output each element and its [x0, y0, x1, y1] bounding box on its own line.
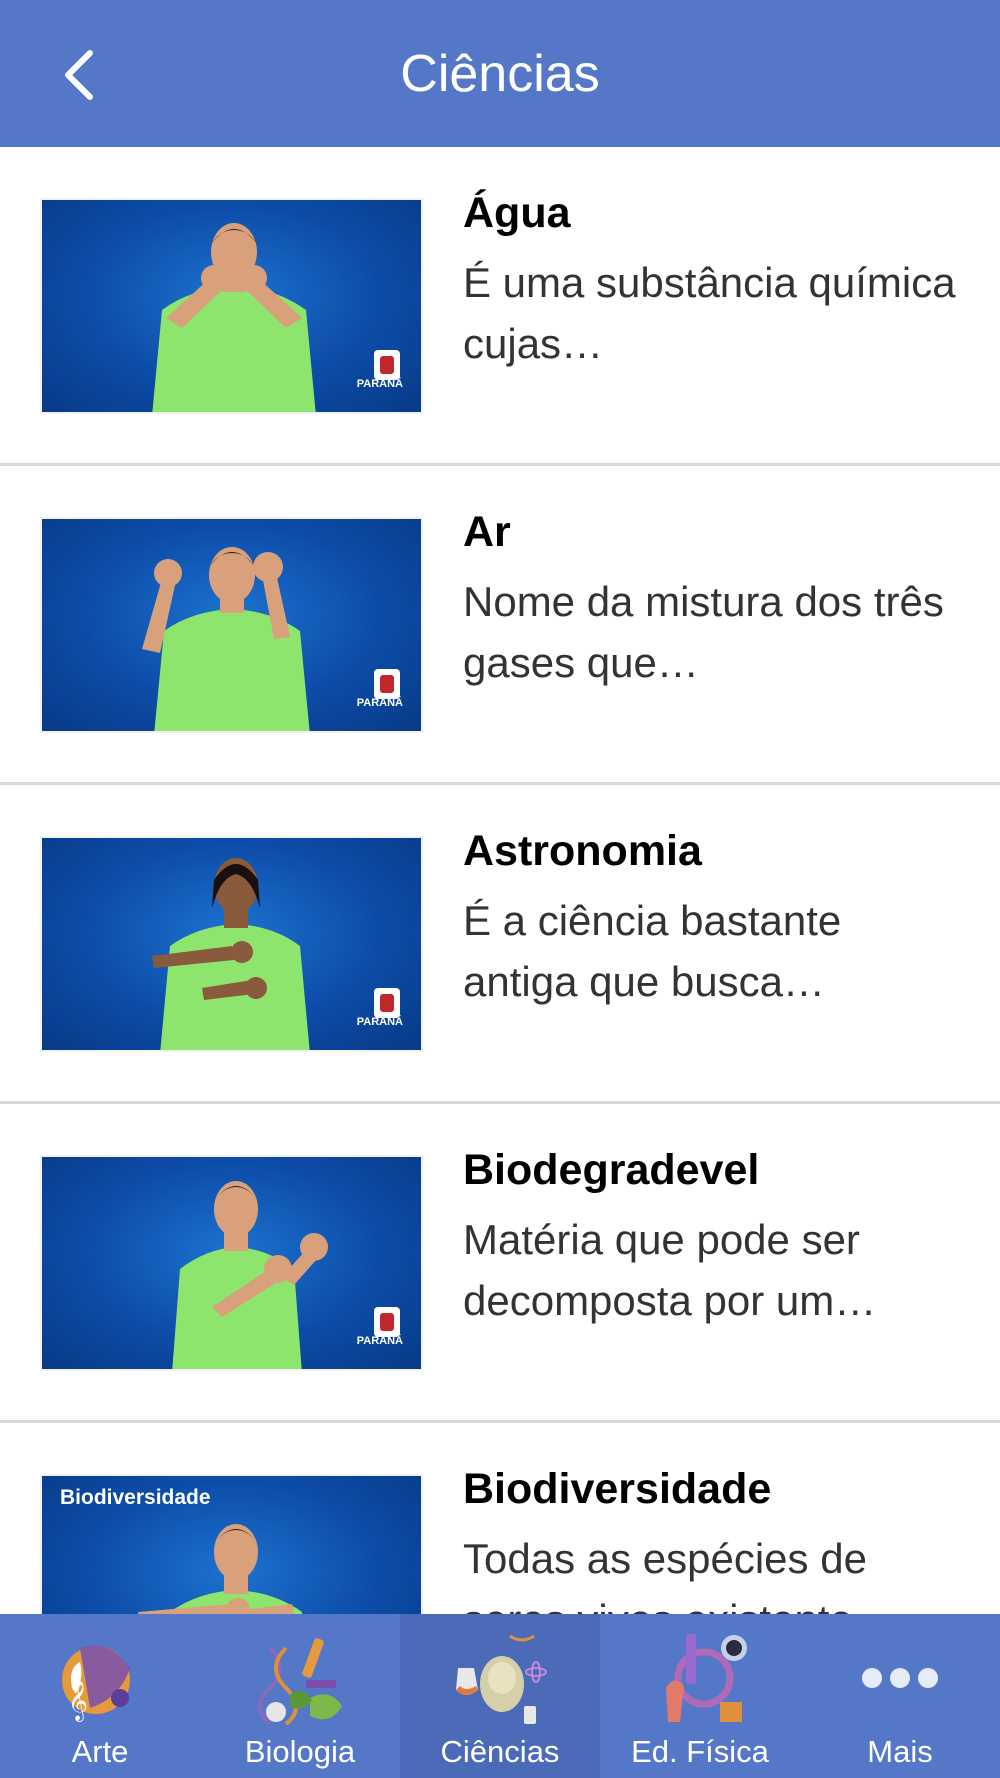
parana-logo: PARANÁ — [356, 1335, 403, 1347]
item-title: Água — [463, 189, 571, 237]
tab-label: Biologia — [244, 1734, 356, 1769]
list-item[interactable]: PARANÁ Astronomia É a ciência bastante a… — [0, 785, 1000, 1104]
tab-arte[interactable]: 𝄞 Arte — [0, 1614, 200, 1778]
list-item[interactable]: PARANÁ Água É uma substância química cuj… — [0, 147, 1000, 466]
item-title: Astronomia — [463, 827, 702, 875]
tab-biologia[interactable]: Biologia — [200, 1614, 400, 1778]
list-item[interactable]: Biodiversidade Biodiversidade Todas as e… — [0, 1423, 1000, 1614]
chevron-left-icon — [65, 50, 93, 100]
parana-logo: PARANÁ — [356, 697, 403, 709]
list-item[interactable]: PARANÁ Biodegradevel Matéria que pode se… — [0, 1104, 1000, 1423]
physical-education-icon — [666, 1634, 747, 1722]
video-thumbnail[interactable]: PARANÁ — [40, 517, 423, 733]
item-title: Biodiversidade — [463, 1465, 772, 1513]
item-description: É uma substância química cujas… — [463, 259, 956, 367]
navigation-bar: Ciências — [0, 0, 1000, 147]
tab-label: Ciências — [440, 1734, 560, 1769]
tab-label: Arte — [71, 1734, 129, 1769]
list-item[interactable]: PARANÁ Ar Nome da mistura dos três gases… — [0, 466, 1000, 785]
item-description: Nome da mistura dos três gases que… — [463, 578, 944, 686]
science-head-icon — [456, 1634, 547, 1724]
item-description: É a ciência bastante antiga que busca… — [463, 897, 842, 1005]
tab-ed-fisica[interactable]: Ed. Física — [600, 1614, 800, 1778]
more-dots-icon — [862, 1668, 938, 1688]
video-thumbnail[interactable]: PARANÁ — [40, 1155, 423, 1371]
item-title: Ar — [463, 508, 511, 556]
sign-list: PARANÁ Água É uma substância química cuj… — [0, 147, 1000, 1614]
video-thumbnail[interactable]: PARANÁ — [40, 198, 423, 414]
video-thumbnail[interactable]: Biodiversidade — [40, 1474, 423, 1614]
item-description: Matéria que pode ser decomposta por um… — [463, 1216, 877, 1324]
video-thumbnail[interactable]: PARANÁ — [40, 836, 423, 1052]
tab-ciencias[interactable]: Ciências — [400, 1614, 600, 1778]
tab-label: Ed. Física — [631, 1734, 769, 1769]
item-title: Biodegradevel — [463, 1146, 760, 1194]
dna-microscope-icon — [258, 1638, 342, 1726]
page-title: Ciências — [400, 44, 600, 103]
thumbnail-caption: Biodiversidade — [60, 1486, 211, 1509]
parana-logo: PARANÁ — [356, 378, 403, 390]
art-icon: 𝄞 — [62, 1645, 130, 1722]
tab-mais[interactable]: Mais — [800, 1614, 1000, 1778]
item-description: Todas as espécies de seres vivos existen… — [463, 1535, 895, 1614]
tab-label: Mais — [867, 1734, 933, 1769]
back-button[interactable] — [48, 40, 108, 110]
parana-logo: PARANÁ — [356, 1016, 403, 1028]
tab-bar: 𝄞 Arte Biologia Ciências Ed. Física Mais — [0, 1614, 1000, 1778]
svg-text:𝄞: 𝄞 — [68, 1681, 88, 1722]
